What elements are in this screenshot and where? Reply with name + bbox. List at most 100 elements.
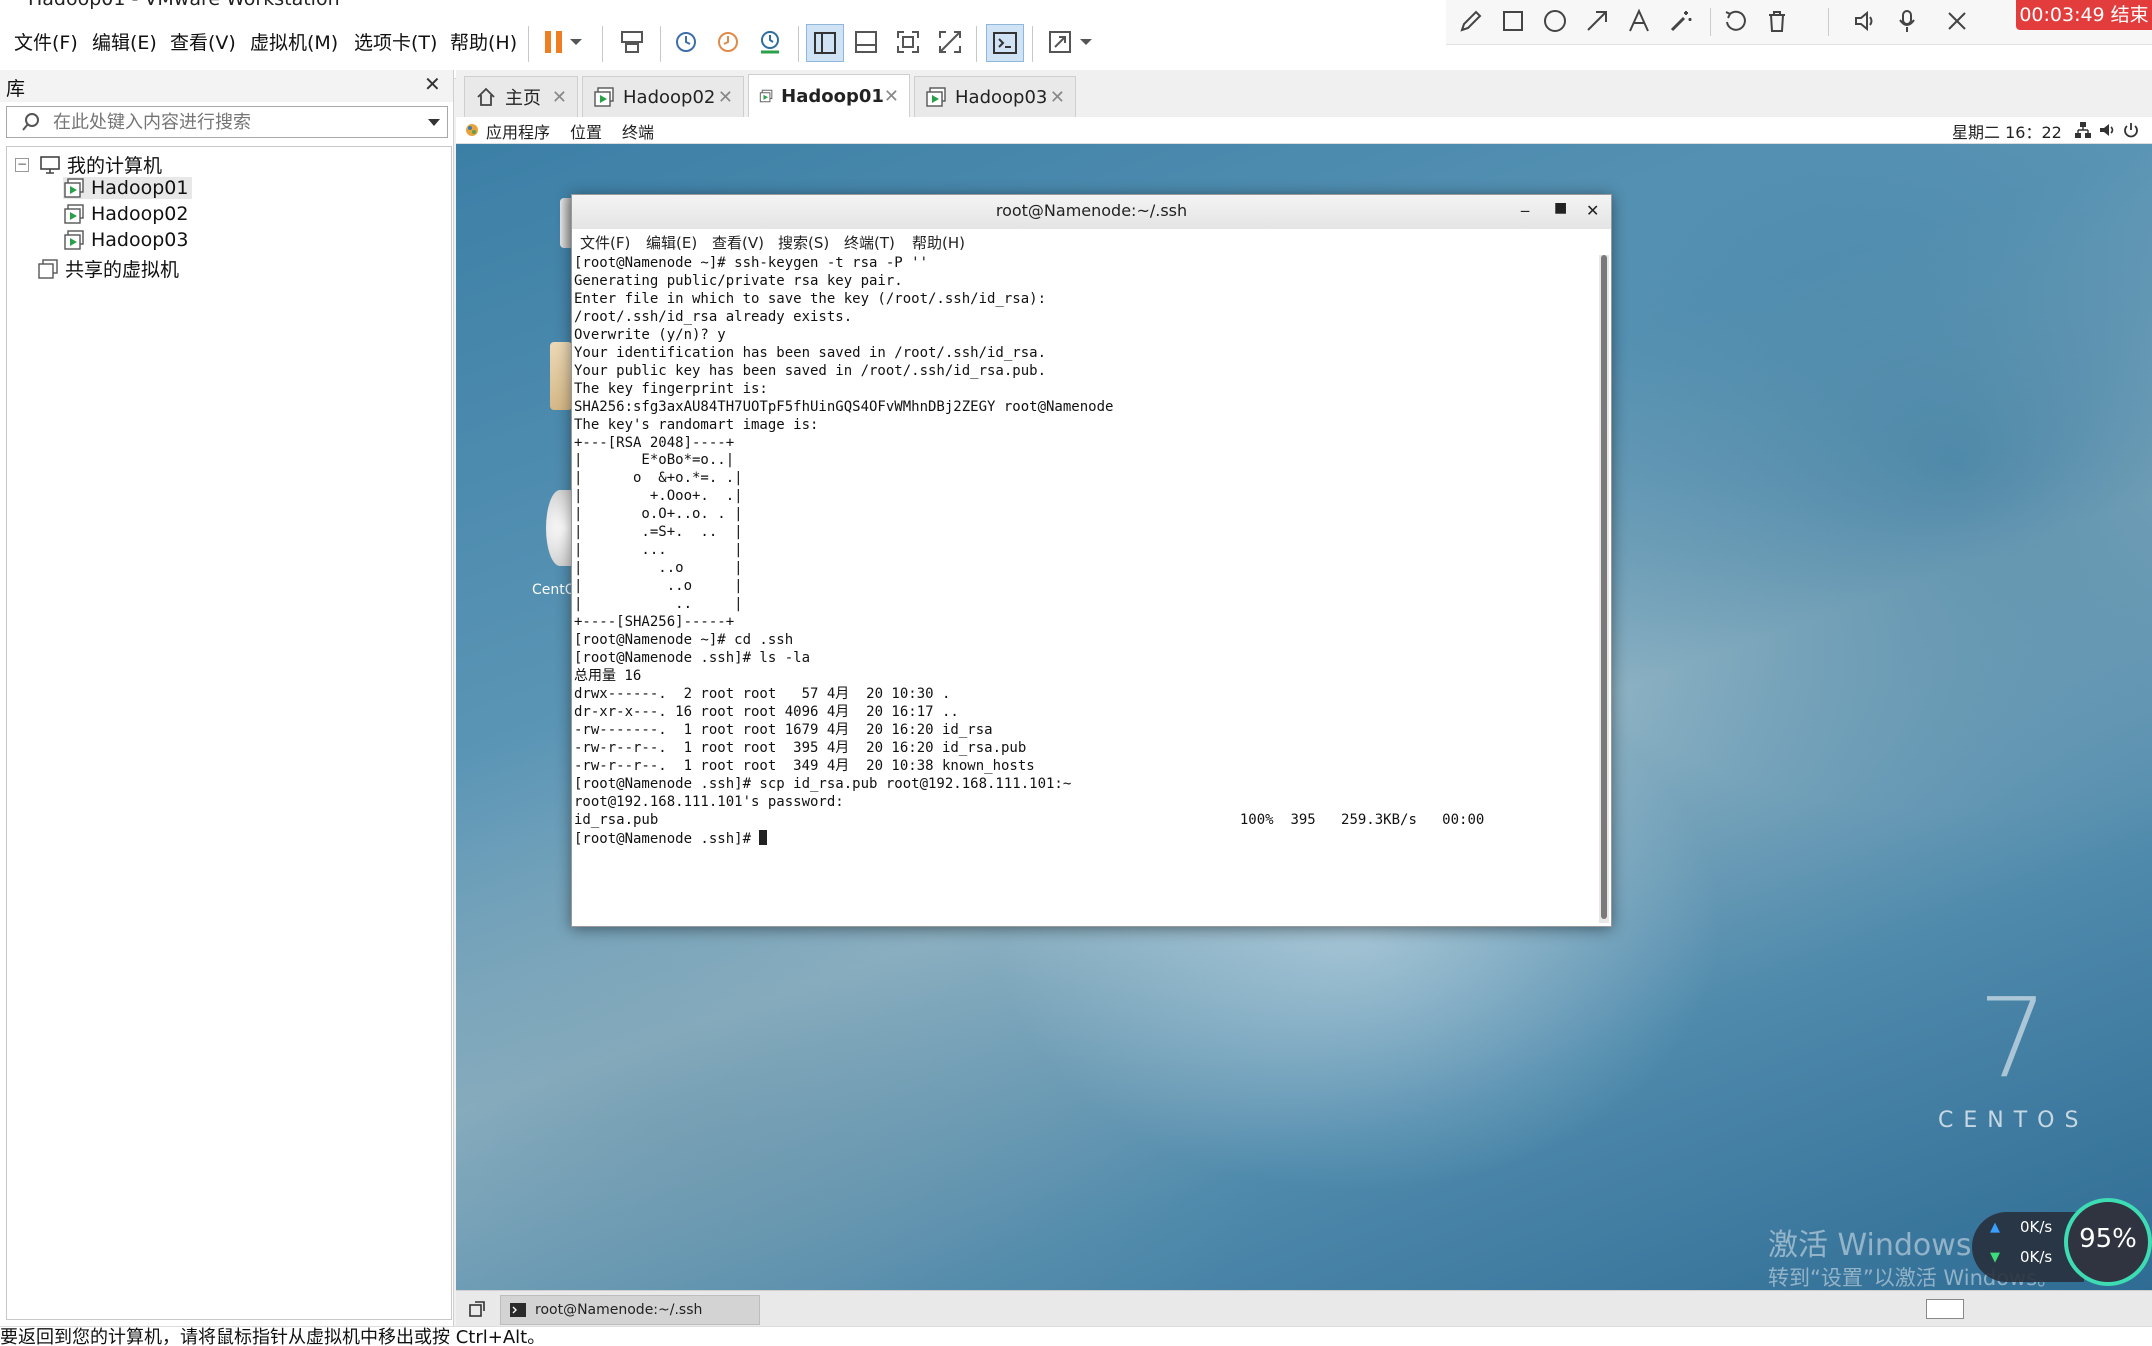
network-speed-widget[interactable]: ▲ 0K/s ▼ 0K/s 95% <box>1972 1198 2152 1290</box>
tree-item-label: Hadoop03 <box>91 229 189 251</box>
activate-windows-title: 激活 Windows <box>1768 1228 1972 1263</box>
vm-tab-strip: 主页 ✕ Hadoop02 ✕ Hadoop01 ✕ Hadoop03 ✕ <box>456 70 2152 118</box>
terminal-menu-help[interactable]: 帮助(H) <box>912 232 965 253</box>
full-screen-button[interactable] <box>890 24 926 60</box>
tab-close-icon[interactable]: ✕ <box>884 86 899 107</box>
library-search-input[interactable] <box>51 109 405 135</box>
guest-applications-menu[interactable]: 应用程序 <box>486 119 550 143</box>
snapshot-manager-icon <box>761 31 779 54</box>
collapse-toggle-icon[interactable]: − <box>15 157 29 172</box>
recording-timer-stop-button[interactable]: 00:03:49 结束 <box>2016 0 2152 30</box>
guest-terminal-menu[interactable]: 终端 <box>622 119 654 143</box>
terminal-scrollbar[interactable] <box>1599 255 1609 923</box>
text-tool-button[interactable] <box>1622 4 1656 38</box>
revert-snapshot-button[interactable] <box>710 24 746 60</box>
vm-running-icon <box>64 230 84 250</box>
chevron-down-icon <box>1080 39 1092 45</box>
window-title: Hadoop01 - VMware Workstation <box>28 0 340 10</box>
rectangle-tool-button[interactable] <box>1496 4 1530 38</box>
menu-tabs[interactable]: 选项卡(T) <box>354 28 437 55</box>
tree-item-label: Hadoop02 <box>91 203 189 225</box>
upload-arrow-icon: ▲ <box>1990 1220 2000 1235</box>
ellipse-tool-button[interactable] <box>1538 4 1572 38</box>
home-icon <box>477 87 495 106</box>
speaker-toggle[interactable] <box>1848 4 1882 38</box>
taskbar-terminal-button[interactable]: root@Namenode:~/.ssh <box>500 1295 760 1325</box>
terminal-menu-file[interactable]: 文件(F) <box>580 232 630 253</box>
tree-item-label: 我的计算机 <box>67 155 163 177</box>
console-view-button[interactable] <box>986 24 1024 62</box>
snapshot-manager-button[interactable] <box>752 24 788 60</box>
power-dropdown-button[interactable] <box>566 24 586 60</box>
show-desktop-icon[interactable] <box>468 1300 486 1318</box>
terminal-prompt-icon <box>993 32 1017 54</box>
tab-hadoop03[interactable]: Hadoop03 ✕ <box>914 76 1076 117</box>
volume-icon[interactable] <box>2098 121 2116 139</box>
magic-tool-button[interactable] <box>1664 4 1698 38</box>
close-recorder-button[interactable] <box>1940 4 1974 38</box>
home-folder-desktop-icon[interactable] <box>550 342 572 410</box>
magic-wand-icon <box>1670 11 1692 32</box>
guest-clock[interactable]: 星期二 16：22 <box>1952 119 2062 143</box>
fullscreen-icon <box>897 31 919 53</box>
terminal-titlebar[interactable]: root@Namenode:~/.ssh ‒ ■ ✕ <box>572 195 1611 230</box>
menu-view[interactable]: 查看(V) <box>170 28 236 55</box>
network-icon[interactable] <box>2074 121 2092 139</box>
terminal-title: root@Namenode:~/.ssh <box>995 201 1188 220</box>
scrollbar-thumb[interactable] <box>1601 255 1607 919</box>
stretch-dropdown-button[interactable] <box>1076 24 1096 60</box>
terminal-output[interactable]: [root@Namenode ~]# ssh-keygen -t rsa -P … <box>572 255 1598 923</box>
undo-button[interactable] <box>1718 4 1752 38</box>
terminal-icon <box>510 1303 526 1317</box>
menu-file[interactable]: 文件(F) <box>14 28 78 55</box>
menu-vm[interactable]: 虚拟机(M) <box>250 28 338 55</box>
centos-dvd-desktop-icon[interactable] <box>546 490 574 566</box>
show-library-button[interactable] <box>806 24 844 62</box>
library-search-box <box>6 106 448 138</box>
thumbnail-bar-button[interactable] <box>848 24 884 60</box>
text-a-icon <box>1629 8 1649 32</box>
library-panel: 库 ✕ − 我的计算机 Hadoop01 Hadoop02 Hadoop03 共… <box>0 70 454 1326</box>
close-icon[interactable]: ✕ <box>1586 201 1599 220</box>
tree-item-hadoop03[interactable]: Hadoop03 <box>63 229 188 251</box>
guest-places-menu[interactable]: 位置 <box>570 119 602 143</box>
microphone-icon <box>1899 10 1915 32</box>
maximize-icon[interactable]: ■ <box>1554 200 1567 216</box>
arrow-tool-button[interactable] <box>1580 4 1614 38</box>
microphone-toggle[interactable] <box>1890 4 1924 38</box>
minimize-icon[interactable]: ‒ <box>1520 201 1530 220</box>
tab-close-icon[interactable]: ✕ <box>1050 87 1065 108</box>
stretch-guest-button[interactable] <box>1042 24 1078 60</box>
revert-clock-icon <box>718 32 738 52</box>
tab-label: Hadoop03 <box>955 86 1048 108</box>
tab-close-icon[interactable]: ✕ <box>552 87 567 108</box>
tree-item-hadoop02[interactable]: Hadoop02 <box>63 203 188 225</box>
tab-hadoop01[interactable]: Hadoop01 ✕ <box>748 74 910 117</box>
stretch-icon <box>1049 31 1071 53</box>
search-icon <box>22 113 39 131</box>
tab-close-icon[interactable]: ✕ <box>718 87 733 108</box>
host-status-bar: 要返回到您的计算机，请将鼠标指针从虚拟机中移出或按 Ctrl+Alt。 <box>0 1326 2152 1346</box>
library-close-icon[interactable]: ✕ <box>424 72 441 96</box>
tab-hadoop02[interactable]: Hadoop02 ✕ <box>582 76 744 117</box>
power-icon[interactable] <box>2122 121 2140 139</box>
gnome-foot-icon <box>466 124 478 136</box>
workspace-switcher[interactable] <box>1926 1299 1964 1319</box>
clear-button[interactable] <box>1760 4 1794 38</box>
send-ctrl-alt-del-button[interactable] <box>614 24 650 60</box>
chevron-down-icon[interactable] <box>427 118 441 128</box>
tree-item-shared-vms[interactable]: 共享的虚拟机 <box>37 255 179 282</box>
terminal-menu-terminal[interactable]: 终端(T) <box>844 232 895 253</box>
menu-help[interactable]: 帮助(H) <box>450 28 517 55</box>
vm-running-icon <box>759 89 773 103</box>
terminal-menu-edit[interactable]: 编辑(E) <box>646 232 697 253</box>
tab-home[interactable]: 主页 ✕ <box>464 76 578 117</box>
snapshot-button[interactable] <box>668 24 704 60</box>
tree-item-my-computer[interactable]: − 我的计算机 <box>15 151 162 178</box>
tree-item-hadoop01[interactable]: Hadoop01 <box>63 177 193 199</box>
pen-tool-button[interactable] <box>1454 4 1488 38</box>
terminal-menu-view[interactable]: 查看(V) <box>712 232 764 253</box>
menu-edit[interactable]: 编辑(E) <box>92 28 157 55</box>
terminal-menu-search[interactable]: 搜索(S) <box>778 232 829 253</box>
unity-button[interactable] <box>932 24 968 60</box>
